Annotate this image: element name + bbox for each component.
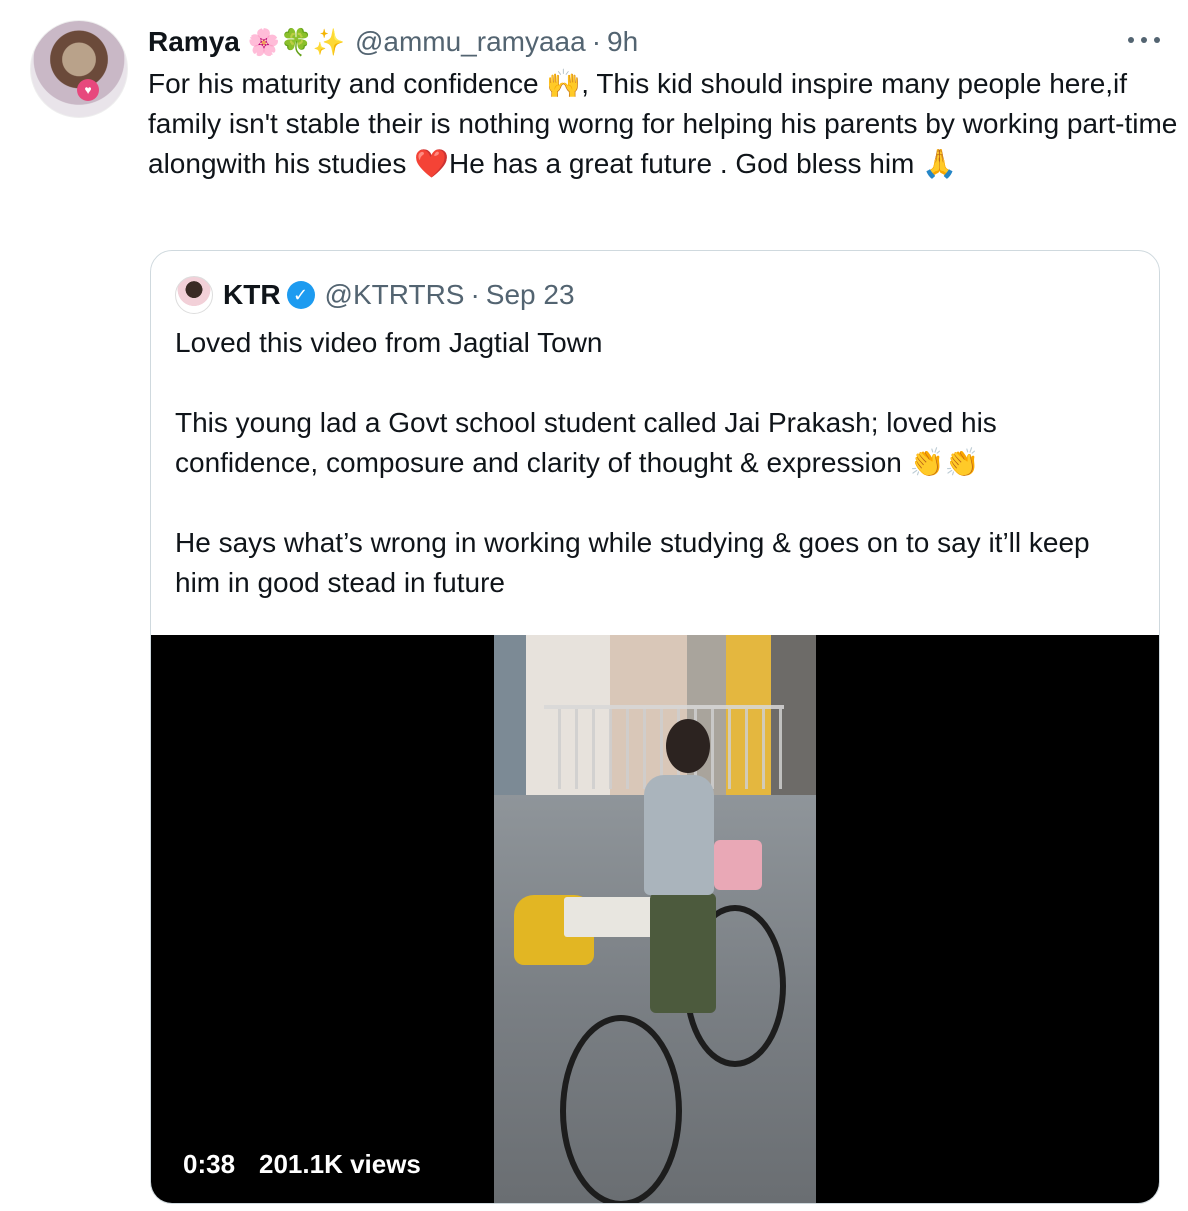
video-kid-legs [650, 893, 716, 1013]
quoted-user-avatar[interactable] [175, 276, 213, 314]
quoted-user-handle[interactable]: @KTRTRS [325, 279, 465, 311]
quoted-tweet-header: KTR ✓ @KTRTRS · Sep 23 [175, 276, 575, 314]
quoted-paragraph: Loved this video from Jagtial Town [175, 327, 603, 358]
video-frame [494, 635, 816, 1203]
user-handle[interactable]: @ammu_ramyaaa [355, 26, 586, 58]
video-player[interactable]: 0:38 201.1K views [151, 635, 1159, 1203]
video-duration: 0:38 [183, 1149, 236, 1179]
more-dot [1141, 37, 1147, 43]
video-views: 201.1K views [259, 1149, 421, 1179]
video-kid-body [644, 775, 714, 895]
more-dot [1128, 37, 1134, 43]
heart-icon: ♥ [77, 79, 99, 101]
tweet: ♥ Ramya 🌸🍀✨ @ammu_ramyaaa · 9h For his m… [0, 0, 1188, 1211]
more-horizontal-icon[interactable] [1124, 28, 1164, 52]
more-dot [1154, 37, 1160, 43]
verified-badge-icon: ✓ [286, 281, 315, 309]
video-basket [714, 840, 762, 890]
video-newspapers [564, 897, 664, 937]
quoted-user-name[interactable]: KTR [223, 279, 281, 311]
separator-dot: · [470, 279, 480, 310]
tweet-text: For his maturity and confidence 🙌, This … [148, 68, 1178, 179]
user-avatar[interactable]: ♥ [30, 20, 128, 118]
quoted-tweet-time[interactable]: Sep 23 [486, 279, 575, 311]
quoted-paragraph: He says what’s wrong in working while st… [175, 527, 1090, 598]
tweet-header: Ramya 🌸🍀✨ @ammu_ramyaaa · 9h [148, 24, 638, 60]
name-emojis: 🌸🍀✨ [247, 26, 345, 57]
tweet-time[interactable]: 9h [607, 26, 638, 58]
separator-dot: · [591, 26, 602, 57]
quoted-tweet[interactable]: KTR ✓ @KTRTRS · Sep 23 Loved this video … [150, 250, 1160, 1204]
video-kid-head [666, 719, 710, 773]
user-name[interactable]: Ramya [148, 26, 240, 58]
quoted-paragraph: This young lad a Govt school student cal… [175, 407, 997, 478]
video-bicycle-rear-wheel [560, 1015, 682, 1203]
quoted-tweet-text: Loved this video from Jagtial Town This … [175, 323, 1135, 603]
